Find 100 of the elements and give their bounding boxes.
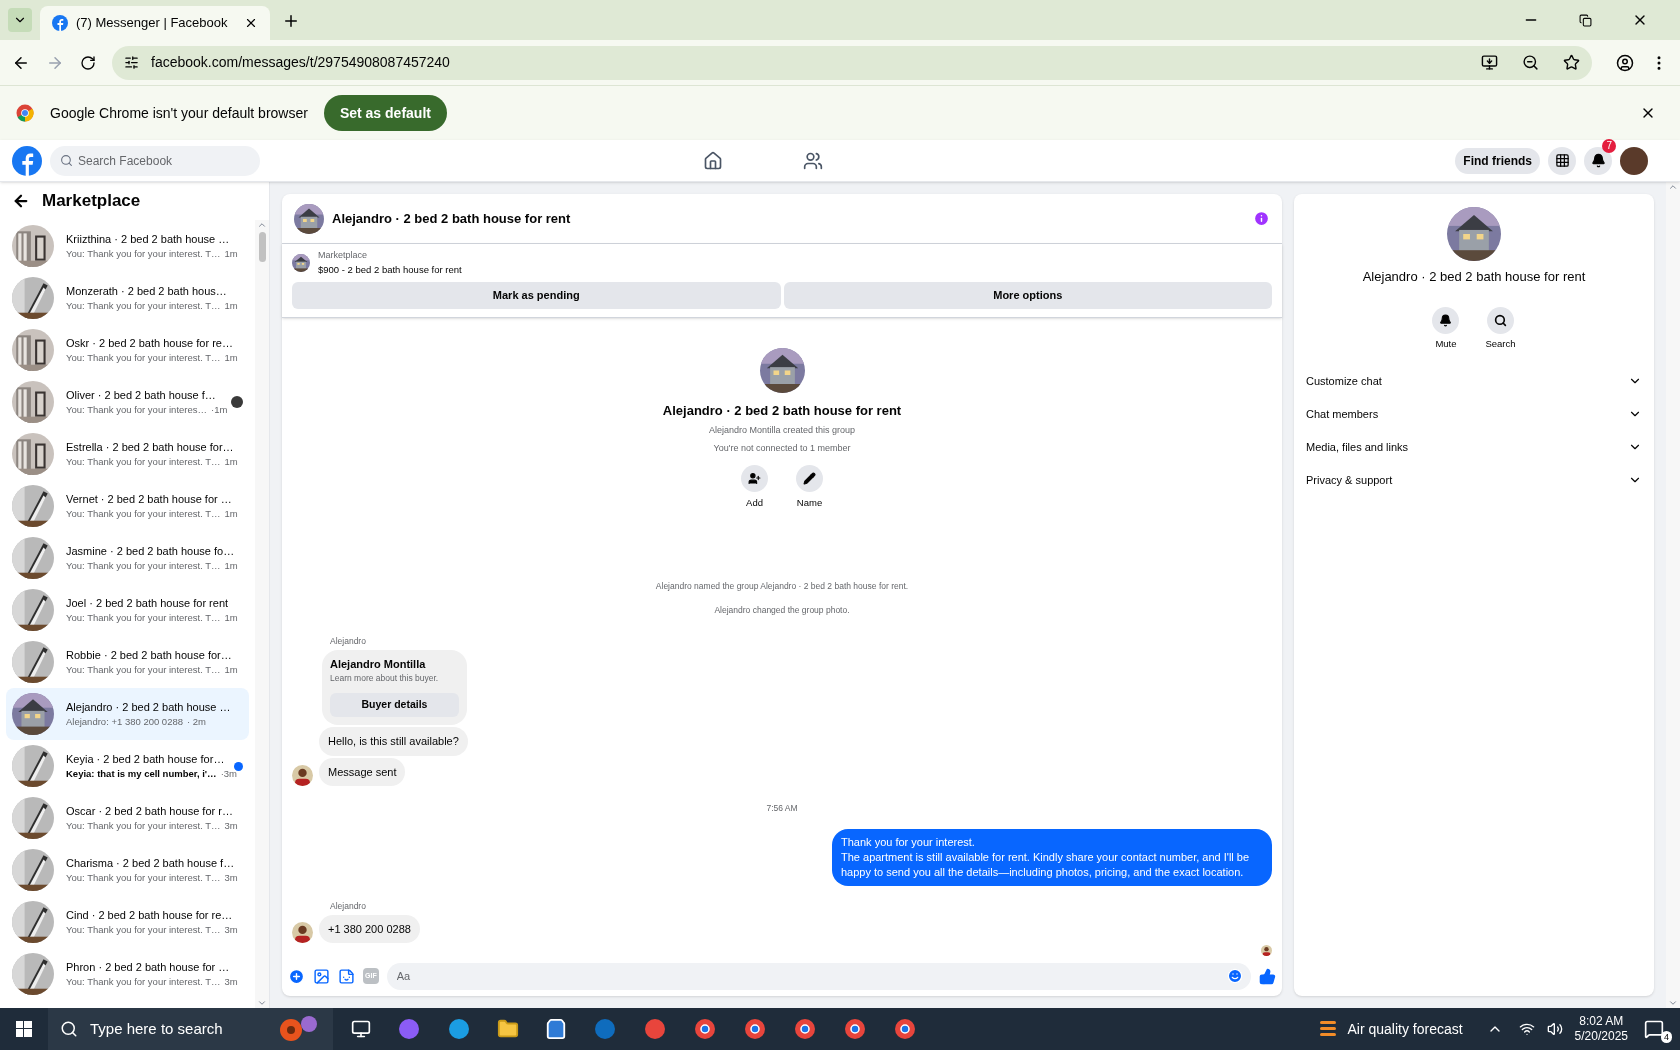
search-field[interactable]: Search Facebook <box>50 145 260 176</box>
conversation-time: ·1m <box>211 403 228 418</box>
weather-text[interactable]: Air quality forecast <box>1347 1018 1463 1040</box>
tab-search-button[interactable] <box>8 8 32 32</box>
search-icon <box>60 153 73 167</box>
details-action-label: Search <box>1485 336 1516 351</box>
notification-center-icon[interactable] <box>1644 1019 1664 1039</box>
details-section[interactable]: Chat members <box>1306 397 1642 431</box>
conversation-name: Jasmine · 2 bed 2 bath house fo… <box>66 543 236 559</box>
install-icon[interactable] <box>1481 54 1498 71</box>
reload-icon[interactable] <box>80 54 96 71</box>
network-icon[interactable] <box>1518 1021 1535 1037</box>
app-icon[interactable] <box>743 1017 767 1041</box>
group-action-button[interactable] <box>741 465 768 493</box>
timestamp: 7:56 AM <box>766 802 798 815</box>
browser-tab[interactable]: (7) Messenger | Facebook <box>40 6 270 40</box>
conversation-snippet: You: Thank you for your interest. T… <box>66 611 221 626</box>
details-section[interactable]: Media, files and links <box>1306 430 1642 464</box>
details-action-button[interactable] <box>1487 306 1514 334</box>
zoom-icon[interactable] <box>1522 54 1539 71</box>
find-friends-button[interactable]: Find friends <box>1455 147 1540 174</box>
friends-icon[interactable] <box>802 150 823 171</box>
system-message: Alejandro named the group Alejandro · 2 bed 2 bath house for rent. <box>655 579 909 593</box>
details-section[interactable]: Privacy & support <box>1306 463 1642 497</box>
conversation-snippet: You: Thank you for your interest. T… <box>66 923 221 938</box>
url-text: facebook.com/messages/t/29754908087457240 <box>151 53 451 72</box>
conversation-name: Kriizthina · 2 bed 2 bath house … <box>66 231 231 247</box>
listing-title: $900 - 2 bed 2 bath house for rent <box>318 262 462 277</box>
conversation-item[interactable]: Phron · 2 bed 2 bath house for … You: Thank you for your interest. T… 3m <box>6 948 249 1000</box>
bell-icon <box>1590 153 1606 168</box>
tab-title: (7) Messenger | Facebook <box>76 14 229 33</box>
conversation-item[interactable]: Oskr · 2 bed 2 bath house for re… You: Thank you for your interest. T… 1m <box>6 324 249 376</box>
listing-button[interactable]: Mark as pending <box>292 281 781 309</box>
incoming-message: Message sent <box>319 757 406 786</box>
conversation-item[interactable]: Oliver · 2 bed 2 bath house f… You: Thank you for your interes… ·1m <box>6 376 249 428</box>
conversation-item[interactable]: Oscar · 2 bed 2 bath house for r… You: Thank you for your interest. T… 3m <box>6 792 249 844</box>
buyer-name: Alejandro Montilla <box>330 656 427 672</box>
conversation-snippet: You: Thank you for your interest. T… <box>66 455 221 470</box>
app-icon[interactable] <box>893 1017 917 1041</box>
volume-icon[interactable] <box>1546 1021 1563 1037</box>
conversation-time: 3m <box>224 923 238 938</box>
facebook-logo[interactable] <box>12 145 42 176</box>
conversation-item[interactable]: Jasmine · 2 bed 2 bath house fo… You: Thank you for your interest. T… 1m <box>6 532 249 584</box>
app-icon[interactable] <box>793 1017 817 1041</box>
conversation-item[interactable]: Alejandro · 2 bed 2 bath house … Alejandro: +1 380 200 0288 · 2m <box>6 688 249 740</box>
add-icon[interactable] <box>288 967 305 985</box>
group-action-button[interactable] <box>796 465 823 493</box>
restore-icon[interactable] <box>1579 13 1592 27</box>
new-tab-icon[interactable] <box>282 12 300 30</box>
info-icon[interactable] <box>1253 210 1270 227</box>
profile-avatar[interactable] <box>1620 146 1648 175</box>
clock-date[interactable]: 5/20/2025 <box>1574 1029 1628 1044</box>
site-settings-icon[interactable] <box>124 55 139 70</box>
close-tab-icon[interactable] <box>244 16 258 30</box>
bookmark-icon[interactable] <box>1563 54 1580 71</box>
folder-icon[interactable] <box>497 1018 519 1040</box>
conversation-name: Alejandro · 2 bed 2 bath house … <box>66 699 232 715</box>
message-field[interactable]: Aa <box>386 962 1251 990</box>
menu-button[interactable] <box>1548 146 1576 175</box>
facebook-icon <box>52 15 68 31</box>
profile-icon[interactable] <box>1616 53 1634 72</box>
conversation-item[interactable]: Robbie · 2 bed 2 bath house for… You: Thank you for your interest. T… 1m <box>6 636 249 688</box>
app-icon[interactable] <box>447 1017 471 1041</box>
conversation-snippet: You: Thank you for your interest. T… <box>66 351 221 366</box>
buyer-details-button[interactable]: Buyer details <box>330 693 459 717</box>
chrome-icon <box>16 104 34 122</box>
scrollbar[interactable] <box>255 220 269 1008</box>
conversation-item[interactable]: Estrella · 2 bed 2 bath house for… You: Thank you for your interest. T… 1m <box>6 428 249 480</box>
group-info-text: Alejandro Montilla created this group <box>708 424 856 438</box>
app-icon[interactable] <box>843 1017 867 1041</box>
store-icon[interactable] <box>545 1018 567 1040</box>
conversation-snippet: Alejandro: +1 380 200 0288 <box>66 715 183 730</box>
details-section[interactable]: Customize chat <box>1306 364 1642 398</box>
group-title: Alejandro · 2 bed 2 bath house for rent <box>662 401 902 420</box>
conversation-item[interactable]: Joel · 2 bed 2 bath house for rent You: Thank you for your interest. T… 1m <box>6 584 249 636</box>
search-icon <box>60 1020 78 1038</box>
conversation-item[interactable]: Charisma · 2 bed 2 bath house f… You: Thank you for your interest. T… 3m <box>6 844 249 896</box>
conversation-time: 1m <box>224 507 238 522</box>
scrollbar-thumb[interactable] <box>258 232 266 262</box>
conversation-item[interactable]: Monzerath · 2 bed 2 bath hous… You: Thank you for your interest. T… 1m <box>6 272 249 324</box>
listing-button[interactable]: More options <box>783 281 1272 309</box>
like-icon[interactable] <box>1259 967 1276 985</box>
taskbar-search[interactable]: Type here to search <box>48 1008 333 1050</box>
listing-label: Marketplace <box>318 249 369 262</box>
home-icon[interactable] <box>702 150 723 171</box>
back-icon[interactable] <box>12 192 30 210</box>
app-icon[interactable] <box>693 1017 717 1041</box>
conversation-item[interactable]: Keyia · 2 bed 2 bath house for… Keyia: that is my cell number, i'… ·3m <box>6 740 249 792</box>
conversation-item[interactable]: Kriizthina · 2 bed 2 bath house … You: Thank you for your interest. T… 1m <box>6 220 249 272</box>
set-default-button[interactable]: Set as default <box>323 95 447 131</box>
address-bar[interactable]: facebook.com/messages/t/29754908087457240 <box>112 45 1592 80</box>
sticker-icon[interactable] <box>338 967 355 985</box>
photo-icon[interactable] <box>313 967 330 985</box>
conversation-item[interactable]: Cind · 2 bed 2 bath house for re… You: Thank you for your interest. T… 3m <box>6 896 249 948</box>
clock-time[interactable]: 8:02 AM <box>1579 1014 1624 1029</box>
sidebar-title: Marketplace <box>42 190 141 213</box>
conversation-item[interactable]: Vernet · 2 bed 2 bath house for … You: Thank you for your interest. T… 1m <box>6 480 249 532</box>
details-action-button[interactable] <box>1432 306 1460 334</box>
task-view-icon[interactable] <box>351 1019 371 1039</box>
pencil-icon <box>803 472 816 486</box>
